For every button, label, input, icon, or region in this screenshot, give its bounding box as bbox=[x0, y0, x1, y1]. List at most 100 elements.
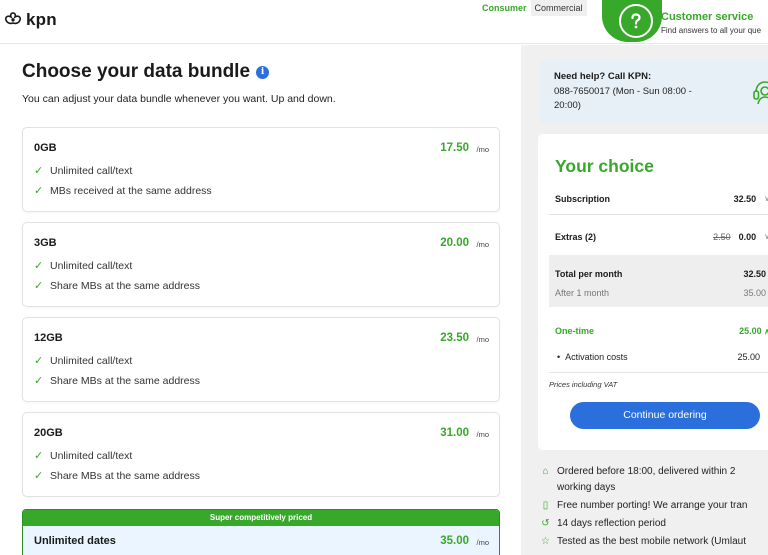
activation-label: • Activation costs bbox=[557, 352, 628, 362]
bundle-card-0gb[interactable]: 0GB 17.50 /mo ✓ Unlimited call/text ✓ MB… bbox=[22, 127, 500, 212]
vat-note: Prices including VAT bbox=[549, 380, 618, 389]
kpn-logo[interactable]: kpn bbox=[3, 10, 57, 30]
continue-ordering-button[interactable]: Continue ordering bbox=[570, 402, 760, 429]
chevron-up-icon: ∧ bbox=[764, 327, 768, 336]
subscription-price: 32.50 bbox=[733, 194, 757, 204]
your-choice-panel: Your choice Subscription 32.50 ∨ Extras … bbox=[538, 134, 768, 450]
your-choice-title: Your choice bbox=[555, 156, 654, 176]
segment-commercial[interactable]: Commercial bbox=[530, 0, 587, 16]
page-title: Choose your data bundle i bbox=[22, 61, 270, 83]
usp-item-continued: working days bbox=[540, 481, 615, 495]
logo-text: kpn bbox=[26, 10, 57, 29]
extras-value[interactable]: 2.50 0.00 ∨ bbox=[713, 232, 768, 242]
onetime-value[interactable]: 25.00 ∧ bbox=[739, 326, 768, 336]
subscription-value[interactable]: 32.50 ∨ bbox=[734, 194, 768, 204]
star-icon: ☆ bbox=[541, 536, 550, 547]
usp-text: 14 days reflection period bbox=[557, 518, 666, 529]
bundle-price-unit: /mo bbox=[476, 145, 489, 154]
segment-switch: Consumer Commercial bbox=[478, 0, 587, 16]
extras-old-price: 2.50 bbox=[713, 232, 731, 242]
customer-service-link[interactable]: Customer service Find answers to all you… bbox=[602, 0, 768, 42]
bundle-feature-text: Unlimited call/text bbox=[50, 354, 133, 367]
check-icon: ✓ bbox=[34, 260, 44, 272]
bundle-card-12gb[interactable]: 12GB 23.50 /mo ✓ Unlimited call/text ✓ S… bbox=[22, 317, 500, 402]
bundle-price: 17.50 bbox=[440, 142, 469, 154]
bundle-feature-text: Unlimited call/text bbox=[50, 259, 133, 272]
total-box: Total per month 32.50 After 1 month 35.0… bbox=[549, 255, 768, 307]
bundle-feature: ✓ MBs received at the same address bbox=[34, 184, 212, 198]
divider bbox=[549, 214, 768, 215]
total-value: 32.50 bbox=[743, 269, 766, 279]
bundle-card-unlimited[interactable]: Super competitively priced Unlimited dat… bbox=[22, 509, 500, 555]
promo-banner: Super competitively priced bbox=[23, 510, 499, 526]
check-icon: ✓ bbox=[34, 185, 44, 197]
return-icon: ↺ bbox=[541, 518, 550, 529]
check-icon: ✓ bbox=[34, 375, 44, 387]
divider bbox=[549, 372, 768, 373]
usp-item: ↺ 14 days reflection period bbox=[540, 517, 666, 531]
bundle-price: 31.00 bbox=[440, 427, 469, 439]
bundle-feature-text: Share MBs at the same address bbox=[50, 279, 200, 292]
bundle-feature: ✓ Share MBs at the same address bbox=[34, 374, 200, 388]
order-sidebar: Need help? Call KPN: 088-7650017 (Mon - … bbox=[521, 45, 768, 555]
page-subtitle: You can adjust your data bundle whenever… bbox=[22, 93, 336, 105]
chevron-down-icon: ∨ bbox=[764, 232, 768, 241]
usp-item: ▯ Free number porting! We arrange your t… bbox=[540, 499, 748, 513]
help-box: Need help? Call KPN: 088-7650017 (Mon - … bbox=[540, 59, 768, 124]
bundle-card-3gb[interactable]: 3GB 20.00 /mo ✓ Unlimited call/text ✓ Sh… bbox=[22, 222, 500, 307]
bundle-name: 3GB bbox=[34, 237, 57, 249]
bundle-feature: ✓ Share MBs at the same address bbox=[34, 279, 200, 293]
usp-item: ☆ Tested as the best mobile network (Uml… bbox=[540, 535, 746, 549]
usp-text: working days bbox=[557, 482, 616, 493]
check-icon: ✓ bbox=[34, 165, 44, 177]
usp-text: Ordered before 18:00, delivered within 2 bbox=[557, 466, 736, 477]
bundle-feature-text: Share MBs at the same address bbox=[50, 469, 200, 482]
bundle-price: 35.00 bbox=[440, 535, 469, 547]
after-label: After 1 month bbox=[555, 288, 610, 298]
customer-service-title: Customer service bbox=[661, 11, 754, 23]
segment-consumer[interactable]: Consumer bbox=[478, 0, 531, 16]
bundle-name: 12GB bbox=[34, 332, 63, 344]
bundle-price-unit: /mo bbox=[476, 538, 489, 547]
subscription-label: Subscription bbox=[555, 194, 611, 204]
onetime-price: 25.00 bbox=[739, 326, 762, 336]
bundle-feature-text: Share MBs at the same address bbox=[50, 374, 200, 387]
check-icon: ✓ bbox=[34, 470, 44, 482]
bundle-feature-text: Unlimited call/text bbox=[50, 164, 133, 177]
usp-text: Tested as the best mobile network (Umlau… bbox=[557, 536, 746, 547]
bundle-feature: ✓ Unlimited call/text bbox=[34, 164, 133, 178]
help-phone-text[interactable]: 088-7650017 (Mon - Sun 08:00 - 20:00) bbox=[554, 85, 719, 112]
bundle-feature: ✓ Unlimited call/text bbox=[34, 354, 133, 368]
bundle-selection: Choose your data bundle i You can adjust… bbox=[0, 45, 520, 555]
bundle-feature-text: MBs received at the same address bbox=[50, 184, 212, 197]
bundle-name: 20GB bbox=[34, 427, 63, 439]
bundle-card-20gb[interactable]: 20GB 31.00 /mo ✓ Unlimited call/text ✓ S… bbox=[22, 412, 500, 497]
bundle-price: 23.50 bbox=[440, 332, 469, 344]
question-mark-icon bbox=[619, 4, 653, 38]
home-icon: ⌂ bbox=[542, 466, 549, 477]
info-icon[interactable]: i bbox=[256, 65, 270, 79]
total-label: Total per month bbox=[555, 269, 623, 279]
page-title-text: Choose your data bundle bbox=[22, 61, 251, 82]
headset-icon bbox=[753, 81, 768, 105]
bundle-feature: ✓ Unlimited call/text bbox=[34, 259, 133, 273]
extras-price: 0.00 bbox=[738, 232, 757, 242]
check-icon: ✓ bbox=[34, 280, 44, 292]
customer-service-subtitle: Find answers to all your que bbox=[661, 26, 762, 35]
check-icon: ✓ bbox=[34, 355, 44, 367]
activation-label-text: Activation costs bbox=[565, 352, 628, 362]
bundle-feature: ✓ Share MBs at the same address bbox=[34, 469, 200, 483]
after-value: 35.00 bbox=[743, 288, 766, 298]
bundle-feature: ✓ Unlimited call/text bbox=[34, 449, 133, 463]
bundle-price-unit: /mo bbox=[476, 430, 489, 439]
bundle-feature-text: Unlimited call/text bbox=[50, 449, 133, 462]
usp-item: ⌂ Ordered before 18:00, delivered within… bbox=[540, 465, 735, 479]
chevron-down-icon: ∨ bbox=[764, 194, 768, 203]
onetime-label: One-time bbox=[555, 326, 595, 336]
bundle-name: Unlimited dates bbox=[34, 535, 116, 547]
bundle-price-unit: /mo bbox=[476, 240, 489, 249]
extras-label: Extras (2) bbox=[555, 232, 597, 242]
kpn-crown-icon bbox=[5, 12, 21, 25]
help-title: Need help? Call KPN: bbox=[554, 71, 652, 82]
header: kpn Consumer Commercial Customer service… bbox=[0, 0, 768, 44]
